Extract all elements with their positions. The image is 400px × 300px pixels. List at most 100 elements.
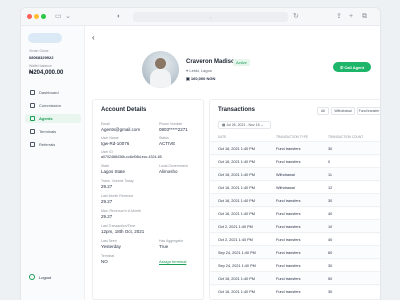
cell-type: Fund transfers (276, 212, 301, 216)
wallet-balance: ₦204,000.00 (29, 70, 64, 76)
browser-window: ▭ ⌄ ◐ ... ↻ ⇪ + ⧉ Vivian Onwe 0806832992… (21, 8, 380, 300)
column-header-type: TRANSACTION TYPE (276, 135, 308, 139)
cell-type: Fund transfers (276, 160, 301, 164)
cell-type: Fund transfers (276, 147, 301, 151)
maximize-window-button[interactable] (41, 14, 46, 19)
sidebar-item-referrals[interactable]: Referrals (25, 140, 81, 149)
logout-icon (29, 274, 35, 280)
cell-type: Fund transfers (276, 199, 301, 203)
logout-label: Logout (39, 274, 52, 280)
field-value: Lagos State (101, 169, 126, 174)
field-label: Last Seen (101, 239, 117, 243)
sidebar-item-label: Agents (39, 116, 53, 121)
filter-fund-transfer-button[interactable]: Fund transfer (357, 107, 380, 115)
field-value: 29.27 (101, 184, 113, 189)
call-agent-button[interactable]: ✆ Call Agent (333, 62, 371, 72)
cell-type: Withdrawal (276, 173, 295, 177)
sidebar-toggle-icon[interactable]: ▭ (55, 12, 62, 22)
field-value: True (159, 244, 169, 249)
cell-date: Oct 16, 2021 1:40 PM (218, 160, 255, 164)
field-label: Terminal (101, 254, 115, 258)
agent-location: ⌖ Lekki, Lagos (186, 68, 212, 73)
logout-button[interactable]: Logout (29, 274, 51, 280)
new-tab-icon[interactable]: + (349, 12, 353, 22)
assign-terminal-link[interactable]: Assign terminal (159, 259, 186, 264)
field-value: 29.27 (101, 214, 113, 219)
cell-count: 30 (328, 147, 333, 151)
sidebar-item-agents[interactable]: Agents (25, 114, 81, 123)
cell-count: 10 (328, 225, 333, 229)
table-row[interactable]: Oct 16, 2021 1:40 PM Fund transfers 30 (210, 284, 380, 299)
account-details-title: Account Details (101, 107, 147, 113)
transactions-card: Transactions All Withdrawal Fund transfe… (209, 99, 380, 300)
field-label: Last Month Revenue (101, 194, 134, 198)
back-arrow-icon[interactable]: ‹ (92, 34, 95, 42)
main-content: ‹ Craveron Madison Active ⌖ Lekki, Lagos… (85, 26, 380, 300)
reload-icon[interactable]: ↻ (293, 12, 299, 22)
sidebar-item-dashboard[interactable]: Dashboard (25, 88, 81, 97)
cell-date: Oct 2, 2021 1:40 PM (218, 238, 253, 242)
filter-all-button[interactable]: All (317, 107, 329, 115)
sidebar-item-commission[interactable]: Commission (25, 101, 81, 110)
chevron-down-icon: ⌄ (259, 123, 264, 127)
cell-count: 40 (328, 238, 333, 242)
logo (28, 33, 62, 43)
cell-date: Sep 24, 2021 1:40 PM (218, 264, 256, 268)
cell-type: Fund transfers (276, 225, 301, 229)
field-value: 12pm, 18th Oct, 2021 (101, 229, 145, 234)
cell-date: Oct 16, 2021 1:40 PM (218, 199, 255, 203)
cell-date: Oct 16, 2021 1:40 PM (218, 186, 255, 190)
sidebar-item-terminals[interactable]: Terminals (25, 127, 81, 136)
sidebar: Vivian Onwe 08068329922 Wallet balance ₦… (21, 26, 85, 300)
status-badge: Active (233, 59, 250, 66)
date-range-picker[interactable]: ▦ Jul 26, 2021 - Nov 15 ⌄ (218, 121, 271, 129)
transactions-title: Transactions (218, 107, 256, 113)
field-label: Status (159, 136, 169, 140)
field-label: Trans. Volume Today (101, 179, 134, 183)
cell-type: Fund transfers (276, 277, 301, 281)
cell-count: 30 (328, 264, 333, 268)
close-window-button[interactable] (27, 14, 32, 19)
filter-withdrawal-button[interactable]: Withdrawal (331, 107, 355, 115)
field-value: 0803*****2271 (159, 127, 188, 132)
date-range-text: Jul 26, 2021 - Nov 15 (226, 123, 260, 127)
agent-balance: ▣ 160,000 NGN (186, 76, 216, 81)
field-label: Phone Number (159, 122, 183, 126)
tabs-overview-icon[interactable]: ⧉ (362, 12, 367, 22)
commission-icon (30, 103, 35, 108)
field-value: a0702488436b-cc8cf08d-ecc-4324-85 (101, 155, 162, 159)
avatar (142, 51, 179, 88)
field-label: Has Aggregator (159, 239, 184, 243)
cell-date: Oct 16, 2021 1:40 PM (218, 212, 255, 216)
field-label: Email (101, 122, 110, 126)
chevron-down-icon[interactable]: ⌄ (65, 12, 71, 22)
field-label: User Name (101, 136, 119, 140)
address-bar[interactable]: ... (133, 12, 288, 22)
field-value: ACTIVE (159, 141, 176, 146)
wallet-label: Wallet balance (29, 64, 52, 68)
call-agent-label: Call Agent (344, 64, 365, 70)
cell-type: Fund transfers (276, 251, 301, 255)
cell-type: Withdrawal (276, 186, 295, 190)
cell-type: Fund transfers (276, 290, 301, 294)
agent-name: Craveron Madison (186, 59, 239, 65)
cell-date: Oct 16, 2021 1:40 PM (218, 290, 255, 294)
field-label: State (101, 164, 110, 168)
cell-count: 50 (328, 277, 333, 281)
cell-count: 40 (328, 212, 333, 216)
field-label: Max. Revenue in A Month (101, 209, 141, 213)
minimize-window-button[interactable] (34, 14, 39, 19)
cell-date: Sep 24, 2021 1:40 PM (218, 251, 256, 255)
share-icon[interactable]: ⇪ (336, 12, 342, 22)
cell-count: 0 (328, 160, 331, 164)
cell-date: Oct 16, 2021 1:40 PM (218, 173, 255, 177)
field-value: Igw-Rd-10076 (101, 141, 130, 146)
location-text: Lekki, Lagos (189, 68, 212, 73)
field-label: Last Transaction/Time (101, 224, 136, 228)
shield-icon[interactable]: ◐ (117, 12, 121, 22)
field-value: Alimosho (159, 169, 178, 174)
column-header-count: TRANSACTION COUNT (328, 135, 364, 139)
cell-date: Oct 16, 2021 1:40 PM (218, 277, 255, 281)
cell-count: 30 (328, 290, 333, 294)
cell-count: 60 (328, 251, 333, 255)
